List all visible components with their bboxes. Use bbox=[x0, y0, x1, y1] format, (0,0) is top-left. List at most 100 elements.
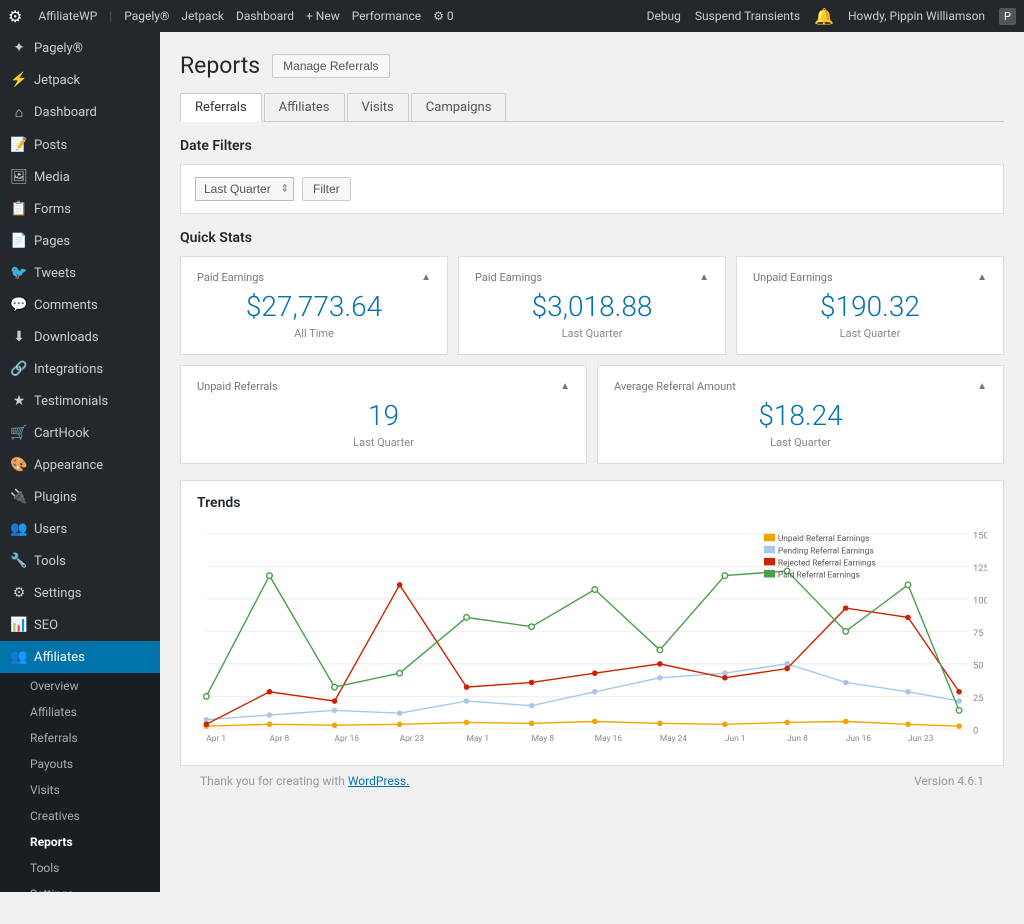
sidebar-item-pagely[interactable]: ✦Pagely® bbox=[0, 32, 160, 64]
tab-campaigns[interactable]: Campaigns bbox=[411, 93, 507, 121]
stat-arrow-3[interactable]: ▲ bbox=[977, 272, 987, 283]
sidebar-item-users[interactable]: 👥Users bbox=[0, 513, 160, 545]
manage-referrals-button[interactable]: Manage Referrals bbox=[272, 54, 389, 78]
stat-arrow-1[interactable]: ▲ bbox=[421, 272, 431, 283]
stat-card-avg-referral: Average Referral Amount ▲ $18.24 Last Qu… bbox=[597, 365, 1004, 464]
svg-text:0: 0 bbox=[973, 726, 978, 737]
adminbar-count[interactable]: ⚙ 0 bbox=[433, 9, 453, 23]
footer-credit: Thank you for creating with WordPress. bbox=[200, 774, 409, 788]
sidebar-item-carthook[interactable]: 🛒CartHook bbox=[0, 417, 160, 449]
submenu-overview[interactable]: Overview bbox=[0, 673, 160, 699]
main-content: Reports Manage Referrals Referrals Affil… bbox=[160, 32, 1024, 892]
date-filter-section: Last Quarter This Month Last Month This … bbox=[180, 164, 1004, 214]
downloads-icon: ⬇ bbox=[10, 329, 28, 345]
date-filters-title: Date Filters bbox=[180, 138, 1004, 154]
stat-period-3: Last Quarter bbox=[753, 327, 987, 340]
svg-text:Unpaid Referral Earnings: Unpaid Referral Earnings bbox=[778, 534, 869, 544]
stat-period-2: Last Quarter bbox=[475, 327, 709, 340]
submenu-visits[interactable]: Visits bbox=[0, 777, 160, 803]
submenu-payouts[interactable]: Payouts bbox=[0, 751, 160, 777]
sidebar-item-tools[interactable]: 🔧Tools bbox=[0, 545, 160, 577]
stat-value-5: $18.24 bbox=[614, 399, 987, 432]
stats-grid-row2: Unpaid Referrals ▲ 19 Last Quarter Avera… bbox=[180, 365, 1004, 464]
quick-stats-title: Quick Stats bbox=[180, 230, 1004, 246]
sidebar: ✦Pagely® ⚡Jetpack ⌂Dashboard 📝Posts 🖼Med… bbox=[0, 32, 160, 892]
sidebar-item-seo[interactable]: 📊SEO bbox=[0, 609, 160, 641]
sidebar-item-forms[interactable]: 📋Forms bbox=[0, 193, 160, 225]
stat-arrow-2[interactable]: ▲ bbox=[699, 272, 709, 283]
sidebar-item-posts[interactable]: 📝Posts bbox=[0, 129, 160, 161]
comments-icon: 💬 bbox=[10, 297, 28, 313]
user-avatar: P bbox=[999, 8, 1016, 25]
adminbar-pagely[interactable]: Pagely® bbox=[124, 9, 169, 23]
trends-title: Trends bbox=[197, 495, 987, 511]
stat-card-unpaid-referrals: Unpaid Referrals ▲ 19 Last Quarter bbox=[180, 365, 587, 464]
sidebar-item-pages[interactable]: 📄Pages bbox=[0, 225, 160, 257]
sidebar-item-downloads[interactable]: ⬇Downloads bbox=[0, 321, 160, 353]
jetpack-icon: ⚡ bbox=[10, 72, 28, 88]
tab-affiliates[interactable]: Affiliates bbox=[264, 93, 345, 121]
wp-logo: ⚙ bbox=[8, 7, 22, 26]
submenu-reports[interactable]: Reports bbox=[0, 829, 160, 855]
adminbar-performance[interactable]: Performance bbox=[352, 9, 421, 23]
sidebar-item-plugins[interactable]: 🔌Plugins bbox=[0, 481, 160, 513]
submenu-affiliates[interactable]: Affiliates bbox=[0, 699, 160, 725]
svg-text:Rejected Referral Earnings: Rejected Referral Earnings bbox=[778, 558, 876, 568]
adminbar-user[interactable]: Howdy, Pippin Williamson bbox=[848, 9, 985, 23]
adminbar-dashboard[interactable]: Dashboard bbox=[236, 9, 294, 23]
stat-card-paid-all-time: Paid Earnings ▲ $27,773.64 All Time bbox=[180, 256, 448, 355]
wordpress-link[interactable]: WordPress. bbox=[348, 774, 409, 788]
tab-bar: Referrals Affiliates Visits Campaigns bbox=[180, 93, 1004, 122]
sidebar-item-affiliates[interactable]: 👥Affiliates bbox=[0, 641, 160, 673]
svg-text:50: 50 bbox=[973, 661, 983, 672]
adminbar-new[interactable]: + New bbox=[306, 9, 340, 23]
svg-text:Jun 16: Jun 16 bbox=[846, 734, 872, 744]
sidebar-item-integrations[interactable]: 🔗Integrations bbox=[0, 353, 160, 385]
adminbar-debug[interactable]: Debug bbox=[647, 9, 681, 23]
sidebar-item-dashboard[interactable]: ⌂Dashboard bbox=[0, 96, 160, 129]
svg-text:May 16: May 16 bbox=[595, 734, 623, 744]
svg-text:25: 25 bbox=[973, 693, 983, 704]
date-select-wrapper: Last Quarter This Month Last Month This … bbox=[195, 177, 294, 201]
submenu-creatives[interactable]: Creatives bbox=[0, 803, 160, 829]
tab-visits[interactable]: Visits bbox=[347, 93, 409, 121]
version-text: Version 4.6.1 bbox=[914, 774, 984, 788]
sidebar-item-testimonials[interactable]: ★Testimonials bbox=[0, 385, 160, 417]
trends-chart: 0 25 50 75 100 125 150 Apr 1 bbox=[197, 521, 987, 751]
stat-arrow-5[interactable]: ▲ bbox=[977, 381, 987, 392]
sidebar-item-media[interactable]: 🖼Media bbox=[0, 161, 160, 193]
sidebar-item-tweets[interactable]: 🐦Tweets bbox=[0, 257, 160, 289]
stat-value-3: $190.32 bbox=[753, 290, 987, 323]
svg-text:100: 100 bbox=[973, 595, 987, 606]
adminbar-jetpack[interactable]: Jetpack bbox=[181, 9, 224, 23]
sidebar-item-settings[interactable]: ⚙Settings bbox=[0, 577, 160, 609]
stat-label-1: Paid Earnings bbox=[197, 271, 264, 284]
submenu-referrals[interactable]: Referrals bbox=[0, 725, 160, 751]
pages-icon: 📄 bbox=[10, 233, 28, 249]
admin-bar: ⚙ AffiliateWP | Pagely® Jetpack Dashboar… bbox=[0, 0, 1024, 32]
sidebar-item-jetpack[interactable]: ⚡Jetpack bbox=[0, 64, 160, 96]
submenu-settings[interactable]: Settings bbox=[0, 881, 160, 892]
page-header: Reports Manage Referrals bbox=[180, 52, 1004, 79]
svg-text:Apr 8: Apr 8 bbox=[269, 734, 289, 744]
stat-period-5: Last Quarter bbox=[614, 436, 987, 449]
svg-text:May 24: May 24 bbox=[660, 734, 688, 744]
sidebar-item-comments[interactable]: 💬Comments bbox=[0, 289, 160, 321]
media-icon: 🖼 bbox=[10, 169, 28, 185]
adminbar-site[interactable]: AffiliateWP bbox=[38, 9, 97, 23]
tweets-icon: 🐦 bbox=[10, 265, 28, 281]
date-select[interactable]: Last Quarter This Month Last Month This … bbox=[195, 177, 294, 201]
chart-container: 0 25 50 75 100 125 150 Apr 1 bbox=[197, 521, 987, 751]
filter-button[interactable]: Filter bbox=[302, 177, 351, 201]
svg-text:75: 75 bbox=[973, 628, 983, 639]
page-title: Reports bbox=[180, 52, 260, 79]
stat-label-2: Paid Earnings bbox=[475, 271, 542, 284]
sidebar-item-appearance[interactable]: 🎨Appearance bbox=[0, 449, 160, 481]
svg-text:May 8: May 8 bbox=[532, 734, 555, 744]
submenu-tools[interactable]: Tools bbox=[0, 855, 160, 881]
tab-referrals[interactable]: Referrals bbox=[180, 93, 262, 122]
tools-icon: 🔧 bbox=[10, 553, 28, 569]
stat-arrow-4[interactable]: ▲ bbox=[560, 381, 570, 392]
seo-icon: 📊 bbox=[10, 617, 28, 633]
adminbar-suspend[interactable]: Suspend Transients bbox=[695, 9, 800, 23]
